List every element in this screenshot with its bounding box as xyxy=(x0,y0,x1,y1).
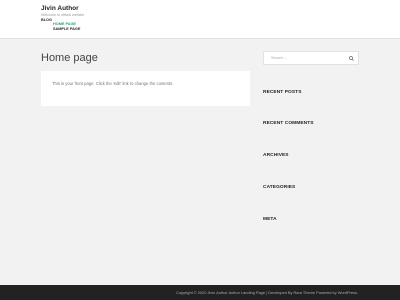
footer-copyright: Copyright © 2020 Jivin Author Author Lan… xyxy=(176,290,358,295)
content-text: This is your front page. Click the 'edit… xyxy=(52,81,173,86)
nav-submenu: HOME PAGE SAMPLE PAGE xyxy=(53,22,80,31)
widget-title-meta: META xyxy=(263,217,277,222)
search-icon xyxy=(348,55,354,61)
search-input[interactable] xyxy=(264,52,346,64)
nav-item-blog[interactable]: BLOG xyxy=(41,18,52,22)
widget-title-recent-comments: RECENT COMMENTS xyxy=(263,121,314,126)
widget-title-recent-posts: RECENT POSTS xyxy=(263,90,302,95)
site-header: Jivin Author Welcome to official website… xyxy=(0,0,400,39)
page-title: Home page xyxy=(41,52,98,64)
site-footer: Copyright © 2020 Jivin Author Author Lan… xyxy=(0,285,400,300)
search-form xyxy=(263,51,359,65)
search-button[interactable] xyxy=(347,54,355,62)
site-title[interactable]: Jivin Author xyxy=(41,5,79,12)
site-description: Welcome to official website xyxy=(41,12,85,17)
nav-item-sample-page[interactable]: SAMPLE PAGE xyxy=(53,27,80,32)
main-content: Home page This is your front page. Click… xyxy=(0,39,400,285)
widget-title-archives: ARCHIVES xyxy=(263,153,289,158)
widget-title-categories: CATEGORIES xyxy=(263,185,296,190)
sidebar: RECENT POSTS RECENT COMMENTS ARCHIVES CA… xyxy=(263,51,359,222)
content-box: This is your front page. Click the 'edit… xyxy=(41,71,250,106)
